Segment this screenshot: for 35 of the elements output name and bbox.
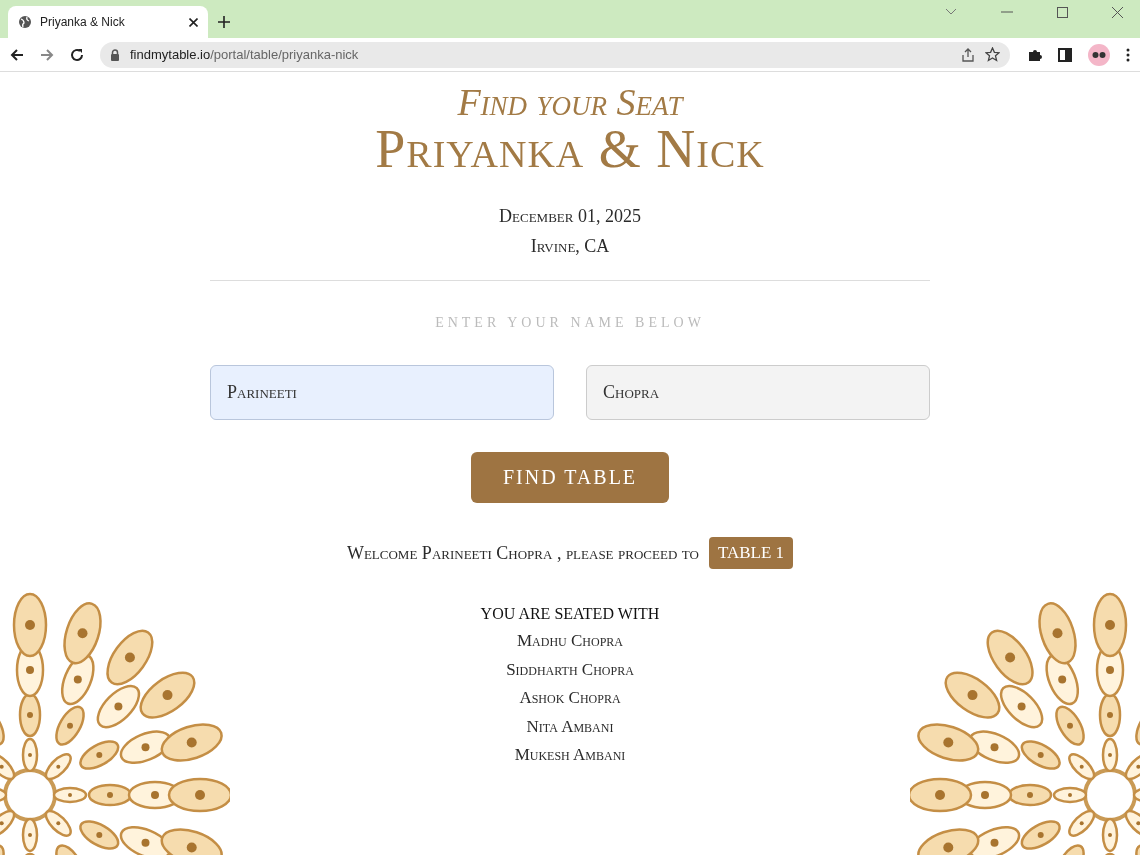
side-panel-icon[interactable] [1058, 47, 1072, 62]
share-icon[interactable] [961, 47, 975, 62]
back-arrow-icon[interactable] [10, 47, 24, 62]
first-name-field[interactable]: Parineeti [210, 365, 554, 420]
star-icon[interactable] [985, 47, 1000, 62]
guest-name: Madhu Chopra [516, 630, 623, 652]
close-tab-button[interactable] [189, 17, 198, 27]
guest-name: Siddharth Chopra [506, 658, 634, 681]
name-prompt: ENTER YOUR NAME BELOW [435, 315, 705, 331]
welcome-message: Welcome Parineeti Chopra , please proceed to [346, 542, 699, 564]
forward-arrow-icon[interactable] [40, 47, 54, 62]
more-menu-icon[interactable] [1126, 47, 1130, 62]
table-badge: TABLE 1 [708, 537, 794, 569]
globe-icon [18, 15, 32, 29]
guest-name: Ashok Chopra [519, 687, 621, 709]
page-title: Priyanka & Nick [375, 122, 765, 176]
reload-icon[interactable] [70, 47, 84, 62]
puzzle-icon[interactable] [1028, 47, 1042, 62]
lock-icon [110, 48, 120, 61]
find-table-button[interactable]: FIND TABLE [470, 452, 670, 503]
url-text: findmytable.io/portal/table/priyanka-nick [130, 47, 359, 62]
event-location: Irvine, CA [530, 235, 610, 258]
chevron-down-icon[interactable] [945, 8, 957, 16]
close-icon[interactable] [1112, 6, 1123, 18]
avatar-icon[interactable] [1088, 43, 1110, 66]
seated-heading: YOU ARE SEATED WITH [480, 605, 660, 623]
browser-tab[interactable]: Priyanka & Nick [8, 6, 208, 38]
address-bar[interactable]: findmytable.io/portal/table/priyanka-nick [100, 41, 1010, 68]
new-tab-button[interactable] [218, 16, 230, 28]
page-subtitle: Find your Seat [457, 82, 683, 122]
event-date: December 01, 2025 [499, 205, 641, 228]
guest-name: Mukesh Ambani [514, 744, 626, 766]
guest-name: Nita Ambani [526, 715, 614, 738]
maximize-icon[interactable] [1057, 6, 1068, 18]
last-name-field[interactable]: Chopra [586, 365, 930, 420]
